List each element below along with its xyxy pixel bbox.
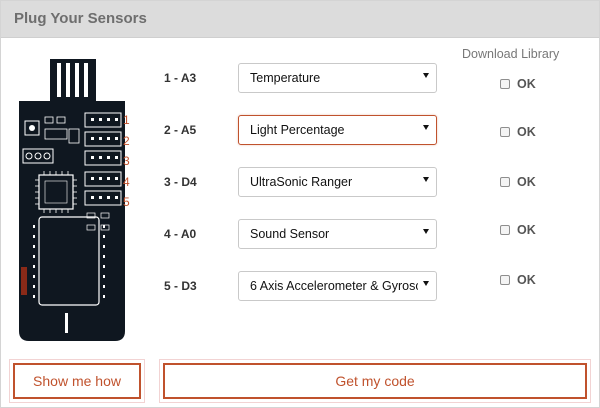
ok-label-4: OK [517,223,536,237]
sensor-select-2[interactable]: Light Percentage [238,115,437,145]
dropdown-arrow-icon [423,73,429,78]
sensor-select-3-value: UltraSonic Ranger [250,175,353,189]
panel-header: Plug Your Sensors [1,1,599,38]
port-label-1: 1 - A3 [164,71,197,85]
ok-label-5: OK [517,273,536,287]
download-checkbox-5[interactable] [500,275,510,285]
ok-label-3: OK [517,175,536,189]
show-me-how-button[interactable]: Show me how [13,363,141,399]
port-label-4: 4 - A0 [164,227,197,241]
port-label-2: 2 - A5 [164,123,197,137]
download-checkbox-4[interactable] [500,225,510,235]
port-label-3: 3 - D4 [164,175,197,189]
sensor-select-1[interactable]: Temperature [238,63,437,93]
sensor-select-4[interactable]: Sound Sensor [238,219,437,249]
download-library-header: Download Library [462,47,560,61]
dropdown-arrow-icon [423,281,429,286]
get-my-code-button[interactable]: Get my code [163,363,587,399]
sensor-panel: Plug Your Sensors 1 2 3 4 5 Download Lib… [0,0,600,408]
ok-label-1: OK [517,77,536,91]
sensor-select-1-value: Temperature [250,71,321,85]
board-illustration: 1 2 3 4 5 [9,59,149,349]
panel-title: Plug Your Sensors [14,10,147,27]
port-number-4: 4 [123,175,130,189]
port-label-5: 5 - D3 [164,279,197,293]
dropdown-arrow-icon [423,125,429,130]
ok-label-2: OK [517,125,536,139]
dropdown-arrow-icon [423,177,429,182]
port-number-1: 1 [123,113,130,127]
dropdown-arrow-icon [423,229,429,234]
sensor-select-4-value: Sound Sensor [250,227,330,241]
sensor-select-3[interactable]: UltraSonic Ranger [238,167,437,197]
sensor-select-5[interactable]: 6 Axis Accelerometer & Gyroscope [238,271,437,301]
port-number-2: 2 [123,134,130,148]
download-checkbox-1[interactable] [500,79,510,89]
sensor-select-5-value: 6 Axis Accelerometer & Gyroscope [250,279,418,293]
download-checkbox-2[interactable] [500,127,510,137]
port-number-5: 5 [123,195,130,209]
download-checkbox-3[interactable] [500,177,510,187]
sensor-select-2-value: Light Percentage [250,123,345,137]
port-number-3: 3 [123,154,130,168]
